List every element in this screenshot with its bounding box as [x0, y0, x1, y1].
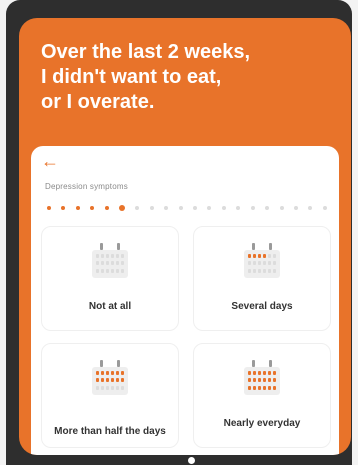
progress-dot: [293, 206, 298, 210]
progress-dot: [149, 206, 154, 210]
calendar-icon: [244, 360, 280, 395]
option-label: Not at all: [88, 301, 132, 312]
option-label: More than half the days: [54, 426, 166, 437]
progress-dot: [164, 206, 169, 210]
progress-dot: [250, 206, 255, 210]
option-several-days[interactable]: Several days: [193, 226, 331, 331]
option-nearly-everyday[interactable]: Nearly everyday: [193, 343, 331, 448]
progress-dot: [47, 206, 51, 210]
progress-dot: [178, 206, 183, 210]
calendar-icon: [92, 243, 128, 278]
progress-dot: [207, 206, 212, 210]
progress-dot: [135, 206, 140, 210]
calendar-icon: [244, 243, 280, 278]
calendar-icon: [92, 360, 128, 395]
option-label: Nearly everyday: [223, 418, 301, 429]
progress-indicator: [47, 205, 327, 211]
progress-dot: [322, 206, 327, 210]
device-frame: Over the last 2 weeks, I didn't want to …: [6, 0, 352, 465]
progress-dot: [279, 206, 284, 210]
question-line-1: Over the last 2 weeks,: [41, 41, 251, 63]
progress-dot: [193, 206, 198, 210]
back-arrow-icon[interactable]: ←: [41, 150, 67, 172]
question-line-2: I didn't want to eat,: [41, 66, 222, 88]
progress-dot: [61, 206, 66, 210]
progress-dot: [236, 206, 241, 210]
progress-dot: [90, 206, 95, 210]
progress-dot: [75, 206, 80, 210]
home-indicator[interactable]: [188, 457, 195, 464]
option-more-than-half[interactable]: More than half the days: [41, 343, 179, 448]
progress-dot: [308, 206, 313, 210]
answer-card: ← Depression symptoms Not at all Several…: [31, 146, 339, 455]
question-line-3: or I overate.: [41, 91, 155, 113]
progress-dot: [104, 206, 109, 210]
progress-dot: [119, 205, 126, 211]
option-not-at-all[interactable]: Not at all: [41, 226, 179, 331]
answer-options: Not at all Several days More than half t…: [41, 226, 331, 448]
option-label: Several days: [231, 301, 293, 312]
app-screen: Over the last 2 weeks, I didn't want to …: [19, 18, 351, 455]
progress-dot: [221, 206, 226, 210]
section-label: Depression symptoms: [45, 182, 128, 191]
question-heading: Over the last 2 weeks, I didn't want to …: [41, 40, 331, 115]
progress-dot: [265, 206, 270, 210]
